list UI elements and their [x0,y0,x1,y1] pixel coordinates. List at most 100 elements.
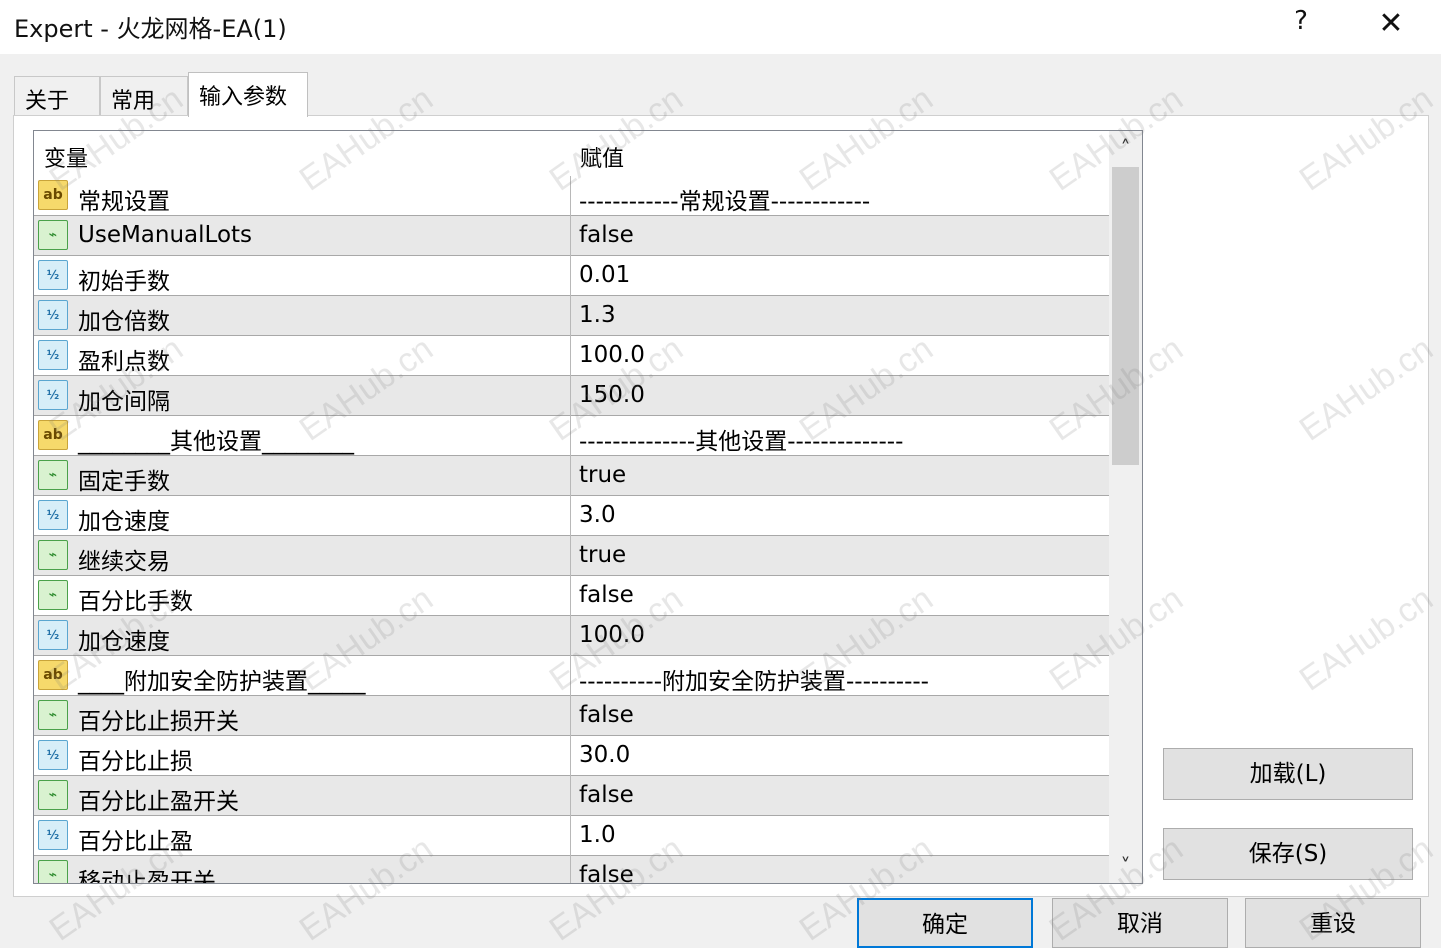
bool-type-icon: ⌁ [38,460,68,490]
param-value[interactable]: 3.0 [579,502,616,528]
number-type-icon: ½ [38,260,68,290]
param-value[interactable]: true [579,542,626,568]
param-name: 百分比止盈 [78,829,193,855]
param-name: 移动止盈开关 [78,869,216,884]
reset-button[interactable]: 重设 [1245,898,1421,948]
param-name: 继续交易 [78,549,170,575]
table-row[interactable]: ⌁ 百分比手数 false [34,576,1109,616]
param-value[interactable]: false [579,582,634,608]
param-value[interactable]: false [579,222,634,248]
param-value[interactable]: 100.0 [579,342,645,368]
param-value[interactable]: 1.0 [579,822,616,848]
param-value[interactable]: false [579,782,634,808]
param-name: 百分比手数 [78,589,193,615]
param-value[interactable]: 0.01 [579,262,630,288]
table-row[interactable]: ⌁ 移动止盈开关 false [34,856,1109,884]
scroll-down-arrow-icon[interactable]: ˅ [1109,849,1142,883]
column-divider [570,296,571,336]
table-row[interactable]: ½ 加仓速度 100.0 [34,616,1109,656]
param-name: 固定手数 [78,469,170,495]
table-row[interactable]: ½ 百分比止损 30.0 [34,736,1109,776]
table-row[interactable]: ⌁ UseManualLots false [34,216,1109,256]
ok-button[interactable]: 确定 [857,898,1033,948]
bool-type-icon: ⌁ [38,700,68,730]
table-row[interactable]: ⌁ 百分比止损开关 false [34,696,1109,736]
param-value[interactable]: --------------其他设置-------------- [579,422,903,456]
parameter-rows: ab 常规设置 ------------常规设置------------ ⌁ UseMa… [34,176,1109,884]
column-divider [570,776,571,816]
column-divider [570,416,571,456]
table-row[interactable]: ½ 加仓倍数 1.3 [34,296,1109,336]
number-type-icon: ½ [38,340,68,370]
param-value[interactable]: 30.0 [579,742,630,768]
cancel-button[interactable]: 取消 [1052,898,1228,948]
number-type-icon: ½ [38,740,68,770]
save-button[interactable]: 保存(S) [1163,828,1413,880]
column-divider [570,336,571,376]
column-divider [570,496,571,536]
table-row[interactable]: ½ 加仓间隔 150.0 [34,376,1109,416]
table-row[interactable]: ½ 盈利点数 100.0 [34,336,1109,376]
table-row[interactable]: ½ 百分比止盈 1.0 [34,816,1109,856]
scroll-thumb[interactable] [1112,167,1139,465]
load-button[interactable]: 加载(L) [1163,748,1413,800]
parameter-grid[interactable]: 变量 赋值 ab 常规设置 ------------常规设置------------… [33,130,1143,884]
column-divider [570,256,571,296]
table-row[interactable]: ⌁ 继续交易 true [34,536,1109,576]
param-value[interactable]: ----------附加安全防护装置---------- [579,662,929,696]
param-value[interactable]: 1.3 [579,302,616,328]
column-divider [570,576,571,616]
number-type-icon: ½ [38,300,68,330]
column-header-variable[interactable]: 变量 [44,141,88,173]
tab-common[interactable]: 常用 [100,76,188,116]
column-header-value[interactable]: 赋值 [580,141,624,173]
table-row[interactable]: ⌁ 固定手数 true [34,456,1109,496]
table-row[interactable]: ab 常规设置 ------------常规设置------------ [34,176,1109,216]
param-value[interactable]: false [579,862,634,883]
param-name: 初始手数 [78,269,170,295]
close-button[interactable]: ✕ [1366,2,1416,46]
column-divider [570,216,571,256]
vertical-scrollbar[interactable]: ˄ ˅ [1109,131,1142,883]
param-name: UseManualLots [78,222,253,248]
param-name: 百分比止损开关 [78,709,239,735]
column-divider [570,536,571,576]
bool-type-icon: ⌁ [38,220,68,250]
scroll-up-arrow-icon[interactable]: ˄ [1109,131,1142,165]
column-divider [570,176,571,216]
param-value[interactable]: true [579,462,626,488]
column-divider [570,656,571,696]
column-divider [570,456,571,496]
param-value[interactable]: ------------常规设置------------ [579,182,870,216]
param-name: ________其他设置________ [78,429,354,455]
string-type-icon: ab [38,180,68,210]
table-row[interactable]: ⌁ 百分比止盈开关 false [34,776,1109,816]
table-row[interactable]: ½ 初始手数 0.01 [34,256,1109,296]
number-type-icon: ½ [38,500,68,530]
column-divider [570,616,571,656]
tab-inputs[interactable]: 输入参数 [188,72,308,117]
window-title: Expert - 火龙网格-EA(1) [14,15,287,43]
bool-type-icon: ⌁ [38,860,68,883]
tab-about[interactable]: 关于 [14,76,100,116]
param-name: 加仓倍数 [78,309,170,335]
param-name: 加仓速度 [78,629,170,655]
param-value[interactable]: 100.0 [579,622,645,648]
table-row[interactable]: ½ 加仓速度 3.0 [34,496,1109,536]
column-divider [570,696,571,736]
bool-type-icon: ⌁ [38,540,68,570]
table-row[interactable]: ab ____附加安全防护装置_____ ----------附加安全防护装置---… [34,656,1109,696]
param-value[interactable]: 150.0 [579,382,645,408]
column-divider [570,816,571,856]
param-name: 百分比止损 [78,749,193,775]
help-button[interactable]: ? [1286,6,1316,42]
string-type-icon: ab [38,420,68,450]
param-name: ____附加安全防护装置_____ [78,669,366,695]
table-row[interactable]: ab ________其他设置________ --------------其他设置… [34,416,1109,456]
grid-header: 变量 赋值 [34,131,1109,176]
bool-type-icon: ⌁ [38,780,68,810]
column-divider [570,376,571,416]
number-type-icon: ½ [38,820,68,850]
param-value[interactable]: false [579,702,634,728]
param-name: 常规设置 [78,189,170,215]
